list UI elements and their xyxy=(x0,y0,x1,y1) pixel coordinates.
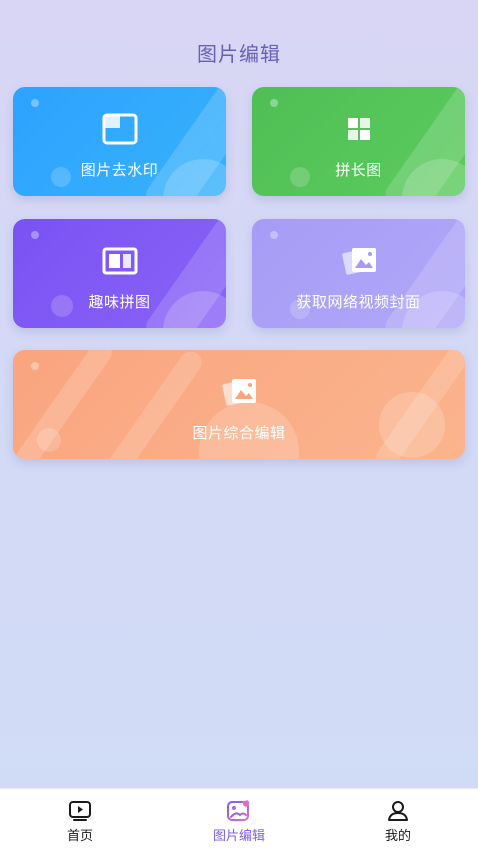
decor-dot xyxy=(31,231,39,239)
crop-frame-icon xyxy=(100,109,140,149)
decor-dot xyxy=(31,362,39,370)
collage-layout-icon xyxy=(100,241,140,281)
video-play-icon xyxy=(30,799,130,823)
tab-mine[interactable]: 我的 xyxy=(348,799,448,844)
bottom-tab-bar: 首页 图片编辑 我的 xyxy=(0,788,478,850)
decor-dot xyxy=(270,231,278,239)
photo-stack-icon xyxy=(219,372,259,412)
tab-mine-label: 我的 xyxy=(384,829,411,844)
user-icon xyxy=(348,799,448,823)
tab-image-edit-label: 图片编辑 xyxy=(212,829,265,844)
photo-stack-icon xyxy=(339,241,379,281)
tab-image-edit[interactable]: 图片编辑 xyxy=(189,799,289,844)
grid-tiles-icon xyxy=(339,109,379,149)
image-edit-icon xyxy=(189,799,289,823)
tab-home[interactable]: 首页 xyxy=(30,799,130,844)
tab-home-label: 首页 xyxy=(66,829,93,844)
fun-collage-card[interactable]: 趣味拼图 xyxy=(13,219,226,328)
remove-watermark-label: 图片去水印 xyxy=(80,161,159,179)
long-stitch-card[interactable]: 拼长图 xyxy=(252,87,465,196)
long-stitch-label: 拼长图 xyxy=(335,161,382,179)
page-title: 图片编辑 xyxy=(197,42,281,66)
video-cover-card[interactable]: 获取网络视频封面 xyxy=(252,219,465,328)
comprehensive-edit-label: 图片综合编辑 xyxy=(192,424,286,442)
fun-collage-label: 趣味拼图 xyxy=(88,293,151,311)
video-cover-label: 获取网络视频封面 xyxy=(296,293,421,311)
decor-dot xyxy=(31,99,39,107)
remove-watermark-card[interactable]: 图片去水印 xyxy=(13,87,226,196)
comprehensive-edit-card[interactable]: 图片综合编辑 xyxy=(13,350,465,459)
decor-dot xyxy=(270,99,278,107)
